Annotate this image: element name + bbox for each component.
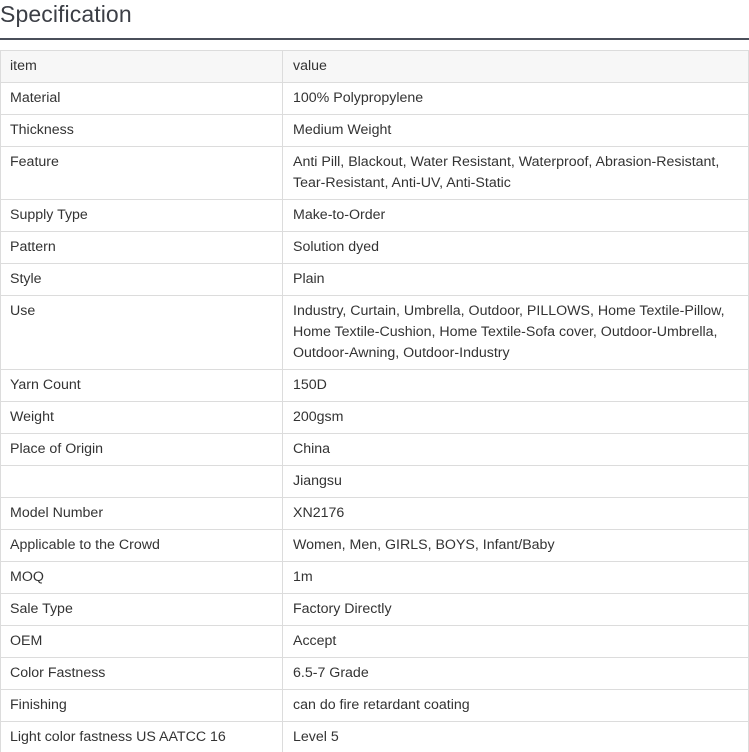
row-item-cell: Feature <box>0 146 283 200</box>
row-item-cell: Applicable to the Crowd <box>0 529 283 562</box>
row-value-cell: Solution dyed <box>282 231 749 264</box>
row-value-cell: Plain <box>282 263 749 296</box>
section-title: Specification <box>0 1 132 27</box>
table-row: Applicable to the Crowd Women, Men, GIRLS… <box>0 529 749 562</box>
table-row: Yarn Count 150D <box>0 369 749 402</box>
row-item-cell: Model Number <box>0 497 283 530</box>
table-row: Style Plain <box>0 263 749 296</box>
row-item-cell: Pattern <box>0 231 283 264</box>
row-value-cell: 150D <box>282 369 749 402</box>
row-value-cell: Accept <box>282 625 749 658</box>
row-item-cell: OEM <box>0 625 283 658</box>
row-value-cell: XN2176 <box>282 497 749 530</box>
table-body: item value Material 100% Polypropylene Thi… <box>0 50 749 752</box>
table-row: Material 100% Polypropylene <box>0 82 749 115</box>
row-value-cell: 1m <box>282 561 749 594</box>
table-row: Pattern Solution dyed <box>0 231 749 264</box>
table-row: Thickness Medium Weight <box>0 114 749 147</box>
table-row: Jiangsu <box>0 465 749 498</box>
row-item-cell: Light color fastness US AATCC 16 <box>0 721 283 752</box>
row-item-cell <box>0 465 283 498</box>
row-value-cell: Anti Pill, Blackout, Water Resistant, Wa… <box>282 146 749 200</box>
row-value-cell: Make-to-Order <box>282 199 749 232</box>
table-header-row: item value <box>0 50 749 83</box>
row-item-cell: Weight <box>0 401 283 434</box>
row-value-cell: Jiangsu <box>282 465 749 498</box>
table-row: Model Number XN2176 <box>0 497 749 530</box>
table-row: OEM Accept <box>0 625 749 658</box>
table-row: MOQ 1m <box>0 561 749 594</box>
row-value-cell: China <box>282 433 749 466</box>
table-row: Weight 200gsm <box>0 401 749 434</box>
table-row: Feature Anti Pill, Blackout, Water Resist… <box>0 146 749 200</box>
row-item-cell: Thickness <box>0 114 283 147</box>
row-item-cell: Supply Type <box>0 199 283 232</box>
row-value-cell: Level 5 <box>282 721 749 752</box>
row-item-cell: Sale Type <box>0 593 283 626</box>
table-row: Color Fastness 6.5-7 Grade <box>0 657 749 690</box>
table-row: Finishing can do fire retardant coating <box>0 689 749 722</box>
table-row: Light color fastness US AATCC 16 Level 5 <box>0 721 749 752</box>
row-item-cell: Use <box>0 295 283 370</box>
row-item-cell: Material <box>0 82 283 115</box>
row-value-cell: 6.5-7 Grade <box>282 657 749 690</box>
specification-page: Specification item value Material 100% Po… <box>0 0 749 752</box>
row-value-cell: 200gsm <box>282 401 749 434</box>
row-item-cell: Yarn Count <box>0 369 283 402</box>
row-item-cell: Finishing <box>0 689 283 722</box>
row-item-cell: Style <box>0 263 283 296</box>
row-item-cell: MOQ <box>0 561 283 594</box>
row-value-cell: Women, Men, GIRLS, BOYS, Infant/Baby <box>282 529 749 562</box>
table-row: Use Industry, Curtain, Umbrella, Outdoor,… <box>0 295 749 370</box>
row-item-cell: Place of Origin <box>0 433 283 466</box>
row-value-cell: Factory Directly <box>282 593 749 626</box>
table-row: Sale Type Factory Directly <box>0 593 749 626</box>
row-value-cell: Industry, Curtain, Umbrella, Outdoor, PI… <box>282 295 749 370</box>
column-header-value: value <box>282 50 749 83</box>
row-value-cell: 100% Polypropylene <box>282 82 749 115</box>
section-heading: Specification <box>0 0 749 40</box>
row-value-cell: Medium Weight <box>282 114 749 147</box>
column-header-item: item <box>0 50 283 83</box>
row-item-cell: Color Fastness <box>0 657 283 690</box>
specification-table: item value Material 100% Polypropylene Thi… <box>0 50 749 752</box>
table-row: Place of Origin China <box>0 433 749 466</box>
row-value-cell: can do fire retardant coating <box>282 689 749 722</box>
table-row: Supply Type Make-to-Order <box>0 199 749 232</box>
